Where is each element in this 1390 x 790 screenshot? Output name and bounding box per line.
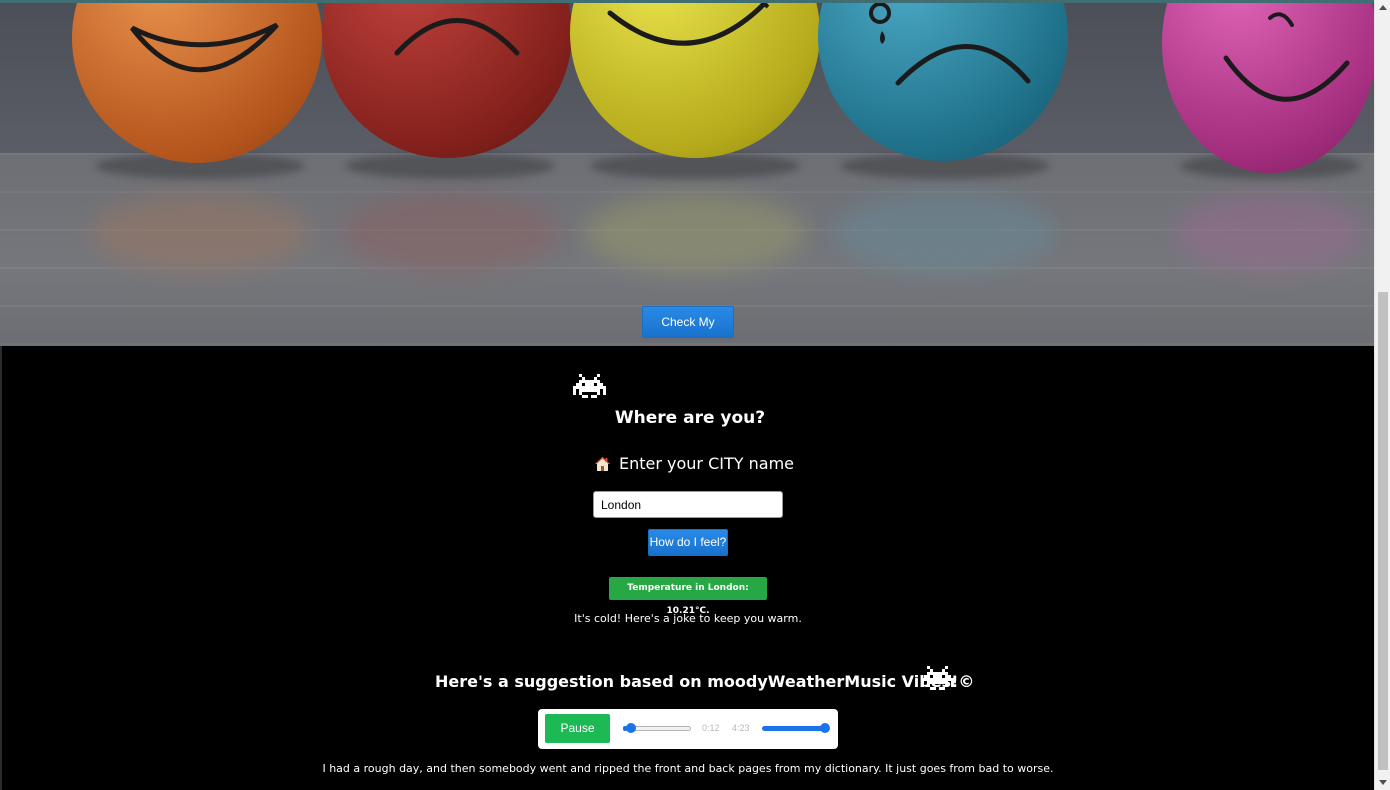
smiling-ball-pink [1162,3,1374,173]
sad-ball-red [322,3,572,158]
smiling-ball-yellow [570,3,820,158]
check-mood-button[interactable]: Check My Mood! [642,306,734,346]
ball-reflection [1175,193,1365,273]
city-label-text: Enter your CITY name [619,454,794,473]
smile-face-icon [607,3,770,46]
left-edge [0,346,2,790]
how-do-i-feel-button[interactable]: How do I feel? [648,529,728,556]
ball-reflection [585,193,805,273]
volume-fill [762,726,828,731]
volume-slider[interactable] [762,723,830,733]
ball-reflection [90,193,310,273]
scroll-down-arrow-icon[interactable] [1379,780,1387,785]
pause-button[interactable]: Pause [545,714,610,743]
volume-thumb[interactable] [820,723,830,733]
page-scrollbar[interactable] [1374,0,1390,790]
temperature-badge: Temperature in London: 10.21°C. [609,577,767,616]
hero-banner: Check My Mood! [0,0,1374,346]
main-section: Where are you? Enter your CITY name How … [0,346,1374,790]
suggestion-title: Here's a suggestion based on moodyWeathe… [435,672,975,691]
wink-face-icon [1223,12,1350,102]
where-title: Where are you? [614,408,766,428]
crying-ball-blue [818,3,1068,161]
space-invader-icon [921,666,954,690]
ball-reflection [835,193,1055,273]
crying-face-icon [869,3,1031,86]
seek-thumb[interactable] [625,723,636,733]
seek-slider[interactable] [623,723,691,733]
laughing-face-icon [130,22,279,73]
joke-text: I had a rough day, and then somebody wen… [322,762,1054,775]
house-icon [594,456,611,472]
current-time: 0:12 [702,723,720,733]
scroll-up-arrow-icon[interactable] [1379,5,1387,10]
city-label: Enter your CITY name [594,454,794,473]
happy-ball-orange [72,3,322,163]
space-invader-icon [573,374,606,398]
music-player: Pause 0:12 4:23 [538,709,838,749]
duration-time: 4:23 [732,723,750,733]
scroll-thumb[interactable] [1378,292,1388,770]
ball-reflection [340,193,560,273]
city-input[interactable] [593,491,783,518]
sad-face-icon [394,18,520,56]
joke-intro-text: It's cold! Here's a joke to keep you war… [574,612,802,625]
